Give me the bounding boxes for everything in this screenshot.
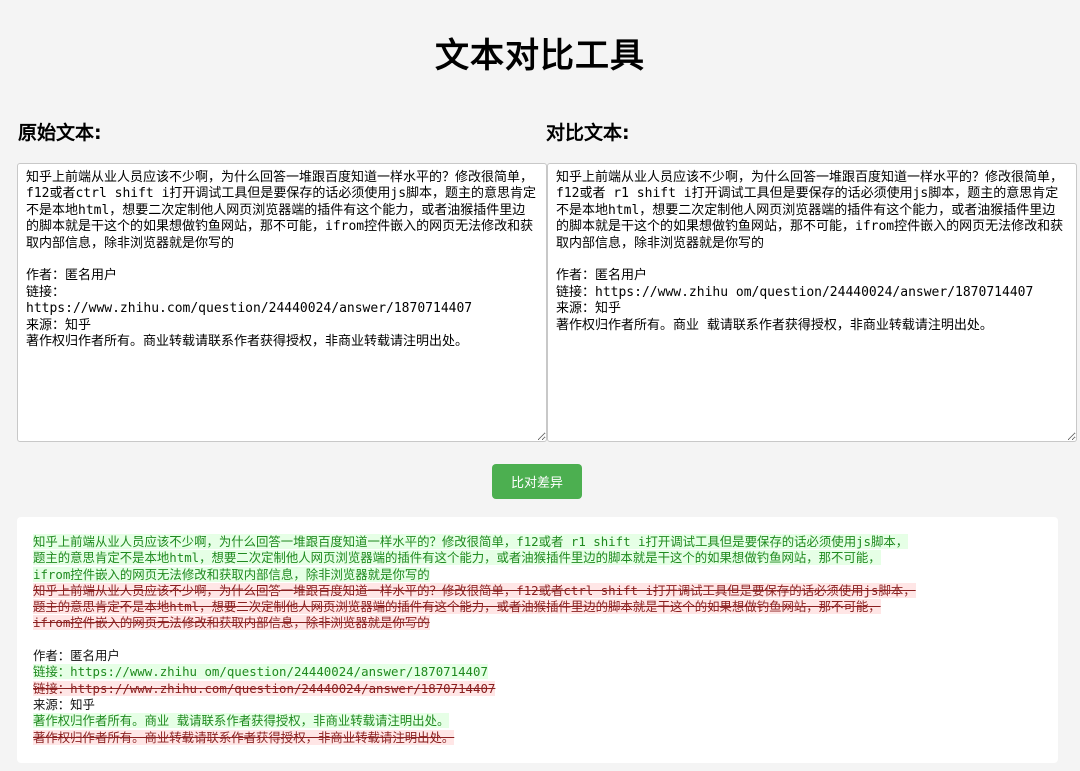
diff-segment: 著作权归作者所有。商业 载请联系作者获得授权，非商业转载请注明出处。	[33, 713, 450, 729]
compare-text-input[interactable]: 知乎上前端从业人员应该不少啊，为什么回答一堆跟百度知道一样水平的？修改很简单，f…	[547, 163, 1077, 442]
diff-segment: 链接：https://www.zhihu om/question/2444002…	[33, 664, 488, 680]
original-text-label: 原始文本:	[18, 122, 102, 144]
diff-segment: 作者：匿名用户	[33, 648, 120, 664]
compare-text-label: 对比文本:	[546, 122, 630, 144]
original-text-input[interactable]: 知乎上前端从业人员应该不少啊，为什么回答一堆跟百度知道一样水平的？修改很简单，f…	[17, 163, 547, 442]
diff-segment: 知乎上前端从业人员应该不少啊，为什么回答一堆跟百度知道一样水平的？修改很简单，f…	[33, 582, 916, 631]
compare-button[interactable]: 比对差异	[492, 464, 582, 499]
diff-segment: 来源：知乎	[33, 696, 95, 712]
diff-segment: 著作权归作者所有。商业转载请联系作者获得授权，非商业转载请注明出处。	[33, 729, 455, 745]
diff-segment: 知乎上前端从业人员应该不少啊，为什么回答一堆跟百度知道一样水平的？修改很简单，f…	[33, 534, 909, 582]
diff-segment: 链接：https://www.zhihu.com/question/244400…	[33, 680, 496, 696]
app-page: 文本对比工具 原始文本: 对比文本: 知乎上前端从业人员应该不少啊，为什么回答一…	[0, 0, 1080, 771]
page-title: 文本对比工具	[435, 36, 645, 76]
diff-result-panel: 知乎上前端从业人员应该不少啊，为什么回答一堆跟百度知道一样水平的？修改很简单，f…	[17, 517, 1058, 763]
